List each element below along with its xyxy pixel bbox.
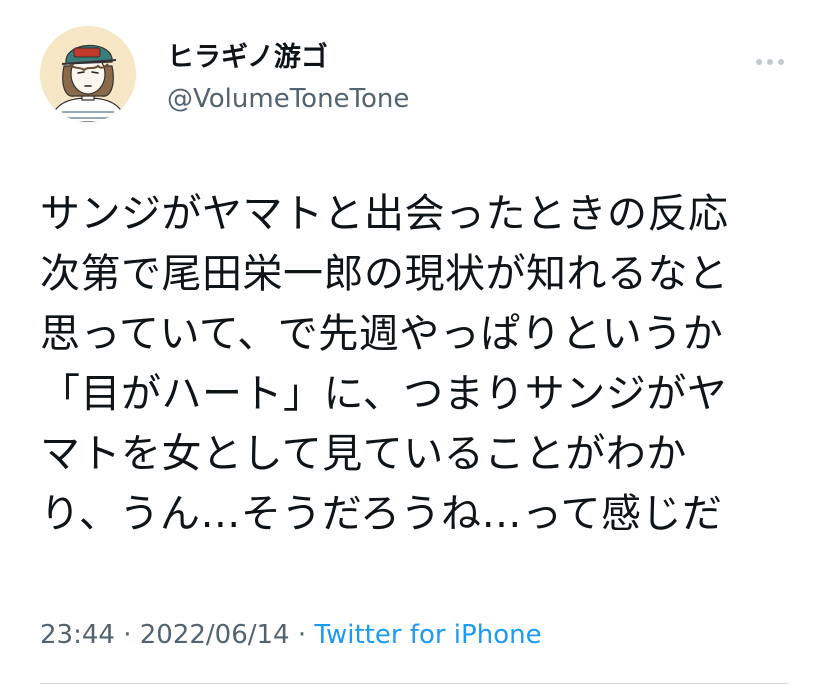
ellipsis-icon[interactable] — [752, 54, 788, 68]
tweet-date[interactable]: 2022/06/14 — [140, 620, 290, 650]
tweet-text-line: マトを女として見ていることがわか — [40, 431, 687, 477]
tweet-text-line: 「目がハート」に、つまりサンジがヤ — [40, 371, 728, 417]
tweet-text-line: り、うん…そうだろうね…って感じだ — [40, 491, 723, 537]
author-display-name[interactable]: ヒラギノ游ゴ — [167, 40, 328, 76]
tweet-time[interactable]: 23:44 — [40, 620, 115, 650]
meta-separator: · — [114, 620, 140, 650]
illustrated-avatar-icon — [40, 26, 136, 122]
tweet-text-line: サンジがヤマトと出会ったときの反応 — [40, 191, 729, 237]
avatar[interactable] — [40, 26, 136, 122]
author-handle[interactable]: @VolumeToneTone — [167, 81, 409, 117]
tweet-text: サンジがヤマトと出会ったときの反応 次第で尾田栄一郎の現状が知れるなと 思ってい… — [40, 184, 800, 544]
divider — [40, 683, 788, 684]
meta-separator: · — [289, 620, 315, 650]
tweet-text-line: 次第で尾田栄一郎の現状が知れるなと — [40, 251, 729, 297]
tweet-source-link[interactable]: Twitter for iPhone — [314, 620, 541, 650]
tweet-text-line: 思っていて、で先週やっぱりというか — [40, 311, 724, 357]
tweet-meta: 23:44 · 2022/06/14 · Twitter for iPhone — [40, 615, 542, 655]
